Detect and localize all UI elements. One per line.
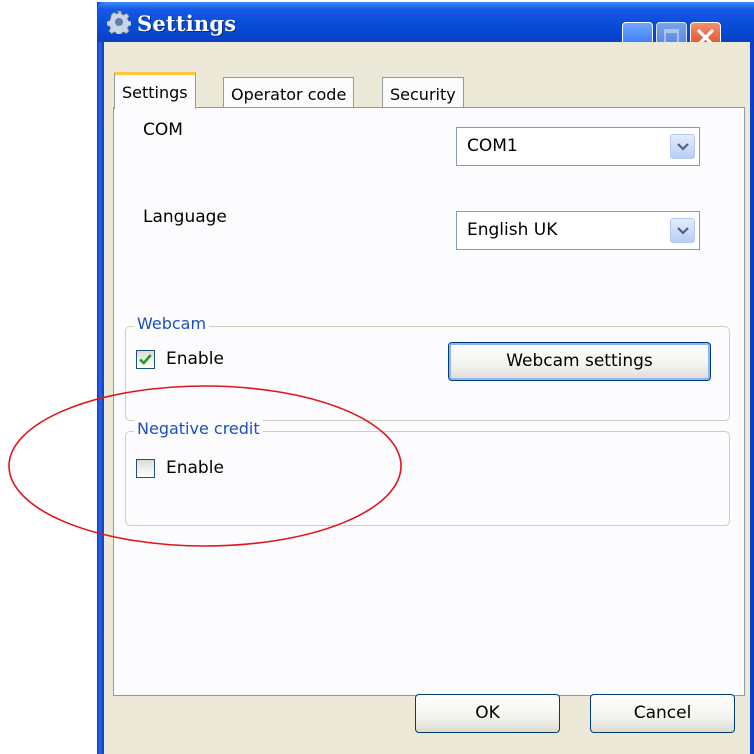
negative-credit-enable-checkbox[interactable] (136, 459, 155, 478)
webcam-settings-button[interactable]: Webcam settings (448, 342, 711, 381)
tab-label: Security (390, 85, 456, 104)
settings-tab-panel: COM COM1 Language English UK Webcam Enab… (113, 107, 745, 696)
tab-settings[interactable]: Settings (114, 72, 196, 109)
dialog-body: Settings Operator code Security COM COM1… (104, 42, 750, 754)
webcam-enable-checkbox[interactable] (136, 350, 155, 369)
negative-credit-group: Negative credit Enable (125, 419, 730, 526)
title-bar[interactable]: Settings (97, 2, 754, 53)
ok-button[interactable]: OK (415, 694, 560, 733)
chevron-down-icon[interactable] (670, 218, 695, 243)
language-select[interactable]: English UK (456, 211, 700, 250)
com-select[interactable]: COM1 (456, 127, 700, 166)
tab-label: Settings (122, 83, 188, 102)
webcam-enable-label: Enable (166, 349, 224, 369)
com-select-value: COM1 (467, 136, 518, 156)
com-label: COM (143, 120, 183, 140)
tab-label: Operator code (231, 85, 347, 104)
cancel-button[interactable]: Cancel (590, 694, 735, 733)
language-label: Language (143, 207, 227, 227)
negative-credit-enable-label: Enable (166, 458, 224, 478)
settings-window: Settings Settings Operator code Security… (97, 2, 754, 754)
webcam-group: Webcam Enable Webcam settings (125, 314, 730, 421)
tab-security[interactable]: Security (382, 77, 464, 110)
negative-credit-group-title: Negative credit (134, 419, 263, 438)
webcam-group-title: Webcam (134, 314, 210, 333)
language-select-value: English UK (467, 220, 558, 240)
tab-operator-code[interactable]: Operator code (223, 77, 355, 110)
gear-icon (107, 10, 131, 34)
window-title: Settings (137, 11, 237, 36)
checkmark-icon (139, 354, 152, 365)
chevron-down-icon[interactable] (670, 134, 695, 159)
